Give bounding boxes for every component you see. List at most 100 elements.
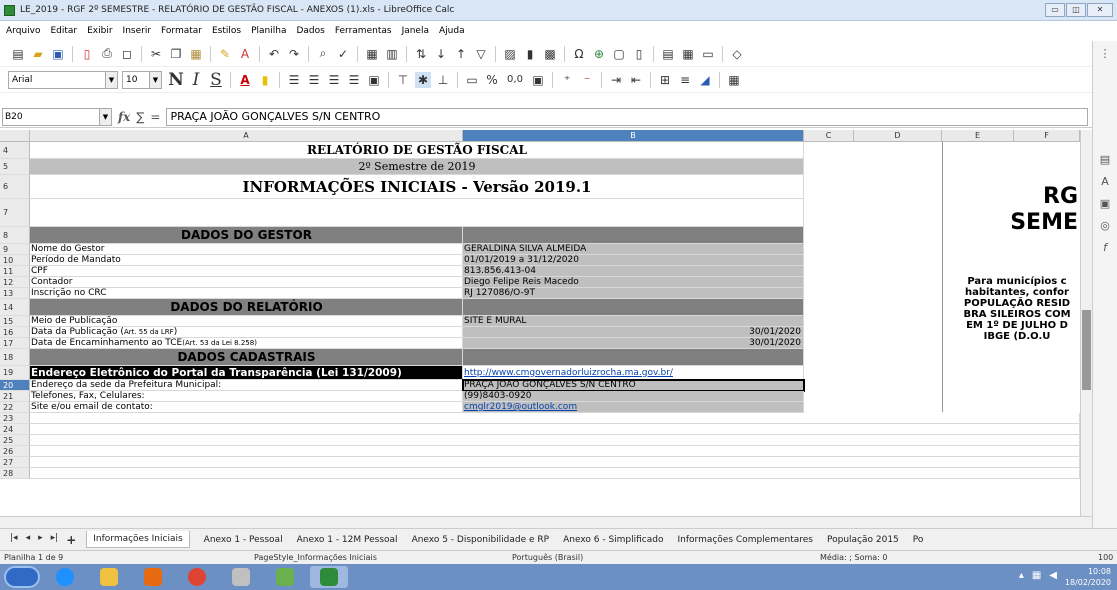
formula-input[interactable]: PRAÇA JOÃO GONÇALVES S/N CENTRO: [166, 107, 1088, 126]
menu-editar[interactable]: Editar: [50, 26, 77, 36]
add-sheet-icon[interactable]: +: [66, 533, 76, 547]
taskbar-media[interactable]: [134, 566, 172, 588]
formula-icon[interactable]: =: [150, 110, 160, 124]
value-cell[interactable]: RJ 127086/O-9T: [463, 288, 804, 299]
function-wizard-icon[interactable]: fx: [118, 110, 130, 124]
currency-format-icon[interactable]: ▭: [464, 72, 480, 88]
row-header[interactable]: 15: [0, 316, 30, 327]
tab-anexo1-pessoal[interactable]: Anexo 1 - Pessoal: [204, 535, 283, 545]
row-header[interactable]: 14: [0, 299, 30, 316]
font-name-dropdown-icon[interactable]: ▼: [105, 71, 117, 88]
section-header-fill[interactable]: [463, 299, 804, 316]
row-header[interactable]: 17: [0, 338, 30, 349]
percent-format-button[interactable]: %: [484, 72, 500, 88]
value-cell[interactable]: 30/01/2020: [463, 338, 804, 349]
row-header[interactable]: 16: [0, 327, 30, 338]
label-cell[interactable]: Período de Mandato: [30, 255, 463, 266]
label-cell[interactable]: Contador: [30, 277, 463, 288]
font-color-icon[interactable]: A: [237, 72, 253, 88]
tab-informacoes-complementares[interactable]: Informações Complementares: [678, 535, 814, 545]
show-draw-functions-icon[interactable]: ◇: [729, 46, 745, 62]
clear-format-icon[interactable]: A: [237, 46, 253, 62]
section-header-cadastrais[interactable]: DADOS CADASTRAIS: [30, 349, 463, 366]
semester-cell[interactable]: 2º Semestre de 2019: [30, 159, 804, 175]
center-vertically-icon[interactable]: ✱: [415, 71, 431, 88]
align-right-icon[interactable]: ☰: [326, 72, 342, 88]
spreadsheet-grid[interactable]: A B C D E F 4 5 6 7 8 9 10 11 12 13 14 1…: [0, 130, 1092, 516]
delete-decimal-icon[interactable]: ⁻: [579, 72, 595, 88]
sort-descending-icon[interactable]: ↑: [453, 46, 469, 62]
insert-image-icon[interactable]: ▨: [502, 46, 518, 62]
taskbar-calc[interactable]: [310, 566, 348, 588]
number-format-button[interactable]: 0,0: [504, 72, 526, 88]
row-header[interactable]: 12: [0, 277, 30, 288]
select-all-corner[interactable]: [0, 130, 30, 142]
empty-row[interactable]: [30, 446, 1080, 457]
row-header[interactable]: 13: [0, 288, 30, 299]
justify-icon[interactable]: ☰: [346, 72, 362, 88]
redo-icon[interactable]: ↷: [286, 46, 302, 62]
portal-label-cell[interactable]: Endereço Eletrônico do Portal da Transpa…: [30, 366, 463, 380]
menu-planilha[interactable]: Planilha: [251, 26, 286, 36]
borders-icon[interactable]: ⊞: [657, 72, 673, 88]
tab-anexo5[interactable]: Anexo 5 - Disponibilidade e RP: [412, 535, 550, 545]
align-center-icon[interactable]: ☰: [306, 72, 322, 88]
status-language[interactable]: Português (Brasil): [512, 553, 583, 562]
border-color-icon[interactable]: ◢: [697, 72, 713, 88]
cut-icon[interactable]: ✂: [148, 46, 164, 62]
row-header[interactable]: 11: [0, 266, 30, 277]
font-name-box[interactable]: Arial ▼: [8, 70, 118, 89]
font-size-dropdown-icon[interactable]: ▼: [149, 71, 161, 88]
section-header-relatorio[interactable]: DADOS DO RELATÓRIO: [30, 299, 463, 316]
increase-indent-icon[interactable]: ⇥: [608, 72, 624, 88]
freeze-rows-icon[interactable]: ▦: [680, 46, 696, 62]
row-header[interactable]: 19: [0, 366, 30, 380]
menu-estilos[interactable]: Estilos: [212, 26, 241, 36]
email-link-cell[interactable]: cmglr2019@outlook.com: [463, 402, 804, 413]
value-cell[interactable]: GERALDINA SILVA ALMEIDA: [463, 244, 804, 255]
column-header-d[interactable]: D: [854, 130, 942, 142]
value-cell[interactable]: 30/01/2020: [463, 327, 804, 338]
pivot-table-icon[interactable]: ▩: [542, 46, 558, 62]
label-cell[interactable]: Inscrição no CRC: [30, 288, 463, 299]
label-cell[interactable]: Data de Encaminhamento ao TCE (Art. 53 d…: [30, 338, 463, 349]
align-top-icon[interactable]: ⊤: [395, 72, 411, 88]
align-bottom-icon[interactable]: ⊥: [435, 72, 451, 88]
minimize-button[interactable]: ▭: [1045, 3, 1065, 17]
last-sheet-icon[interactable]: ▸|: [51, 533, 59, 547]
row-header[interactable]: 22: [0, 402, 30, 413]
taskbar-chrome[interactable]: [178, 566, 216, 588]
date-format-icon[interactable]: ▣: [530, 72, 546, 88]
insert-chart-icon[interactable]: ▮: [522, 46, 538, 62]
prev-sheet-icon[interactable]: ◂: [26, 533, 31, 547]
section-header-fill[interactable]: [463, 227, 804, 244]
tab-informacoes-iniciais[interactable]: Informações Iniciais: [86, 531, 190, 548]
menu-exibir[interactable]: Exibir: [87, 26, 112, 36]
styles-icon[interactable]: A: [1097, 175, 1113, 191]
conditional-format-icon[interactable]: ▦: [726, 72, 742, 88]
label-cell[interactable]: Telefones, Fax, Celulares:: [30, 391, 463, 402]
empty-row[interactable]: [30, 435, 1080, 446]
decrease-indent-icon[interactable]: ⇤: [628, 72, 644, 88]
portal-link-cell[interactable]: http://www.cmgovernadorluizrocha.ma.gov.…: [463, 366, 804, 380]
value-cell[interactable]: Diego Felipe Reis Macedo: [463, 277, 804, 288]
bold-button[interactable]: N: [168, 70, 184, 90]
sort-ascending-icon[interactable]: ↓: [433, 46, 449, 62]
gallery-icon[interactable]: ▣: [1097, 197, 1113, 213]
comment-icon[interactable]: ▢: [611, 46, 627, 62]
tab-populacao-2015[interactable]: População 2015: [827, 535, 899, 545]
label-cell[interactable]: Meio de Publicação: [30, 316, 463, 327]
menu-ajuda[interactable]: Ajuda: [439, 26, 465, 36]
find-replace-icon[interactable]: ⌕: [315, 46, 331, 62]
network-icon[interactable]: ▦: [1032, 570, 1041, 581]
print-preview-icon[interactable]: ◻: [119, 46, 135, 62]
spelling-icon[interactable]: ✓: [335, 46, 351, 62]
section-header-fill[interactable]: [463, 349, 804, 366]
border-style-icon[interactable]: ≡: [677, 72, 693, 88]
taskbar-app[interactable]: [266, 566, 304, 588]
row-header[interactable]: 28: [0, 468, 30, 479]
header-footer-icon[interactable]: ▯: [631, 46, 647, 62]
column-icon[interactable]: ▥: [384, 46, 400, 62]
underline-button[interactable]: S: [208, 70, 224, 90]
empty-row[interactable]: [30, 457, 1080, 468]
